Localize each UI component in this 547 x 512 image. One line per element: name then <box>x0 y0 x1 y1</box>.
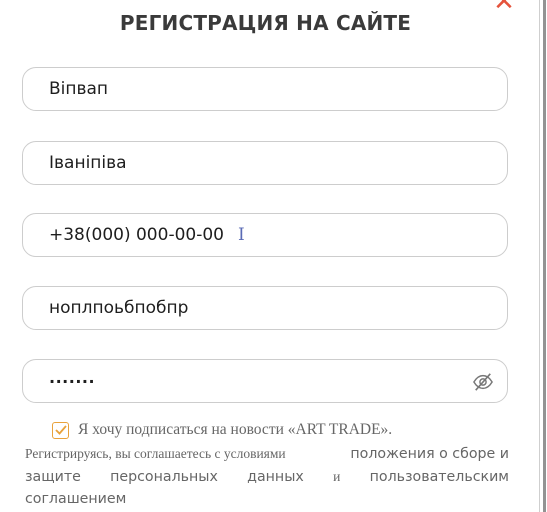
legal-conjunction: и <box>333 468 341 484</box>
legal-notice: Регистрируясь, вы соглашаетесь с условия… <box>25 443 509 511</box>
close-icon[interactable]: ✕ <box>492 0 516 10</box>
newsletter-checkbox[interactable] <box>52 421 69 439</box>
newsletter-consent: Я хочу подписаться на новости «ART TRADE… <box>52 421 392 439</box>
legal-line-2: защите персональных данных и пользовател… <box>25 466 509 489</box>
phone-value: +38(000) 000-00-00 <box>49 225 224 245</box>
user-agreement-link-cont[interactable]: соглашением <box>25 491 126 507</box>
last-name-value: Іваніпіва <box>49 153 127 173</box>
user-agreement-link[interactable]: пользовательским <box>370 466 509 489</box>
password-value: ······· <box>49 371 96 391</box>
window-edge <box>538 0 547 512</box>
legal-line-3: соглашением <box>25 488 509 511</box>
eye-slash-icon[interactable] <box>472 372 494 392</box>
privacy-policy-link-cont-1[interactable]: защите <box>25 466 81 489</box>
privacy-policy-link[interactable]: положения о сборе и <box>350 443 509 466</box>
email-value: ноплпоьбпобпр <box>49 298 189 318</box>
phone-input[interactable]: +38(000) 000-00-00 I <box>22 213 508 257</box>
modal-title: РЕГИСТРАЦИЯ НА САЙТЕ <box>119 11 412 35</box>
legal-line-1: Регистрируясь, вы соглашаетесь с условия… <box>25 443 509 466</box>
privacy-policy-link-cont-2[interactable]: персональных <box>110 466 218 489</box>
privacy-policy-link-cont-3[interactable]: данных <box>247 466 304 489</box>
newsletter-label: Я хочу подписаться на новости «ART TRADE… <box>78 421 393 438</box>
password-input[interactable]: ······· <box>22 359 508 403</box>
first-name-input[interactable]: Віпвап <box>22 67 508 111</box>
last-name-input[interactable]: Іваніпіва <box>22 141 508 185</box>
checkmark-icon <box>54 425 67 435</box>
legal-text-1: Регистрируясь, вы соглашаетесь с условия… <box>25 446 286 461</box>
first-name-value: Віпвап <box>49 79 109 99</box>
scrollbar[interactable] <box>543 0 546 512</box>
text-cursor-icon: I <box>237 225 245 245</box>
edge-line <box>539 0 540 512</box>
email-input[interactable]: ноплпоьбпобпр <box>22 286 508 330</box>
